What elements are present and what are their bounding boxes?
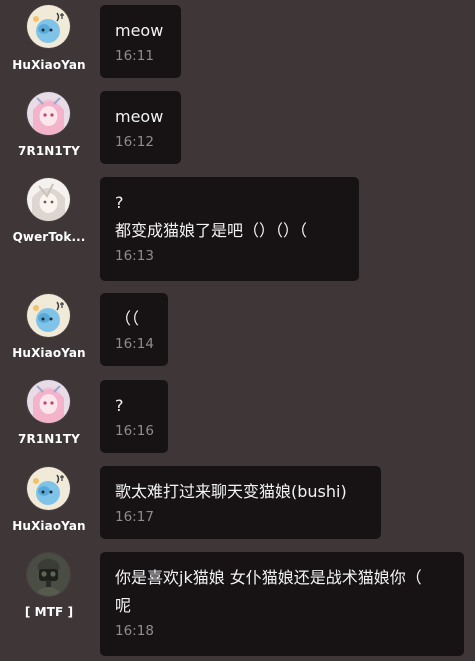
message-text: ? [115, 396, 124, 415]
message-timestamp: 16:18 [115, 623, 154, 639]
anime-girl-blue-avatar-icon [27, 467, 70, 510]
user-avatar[interactable] [27, 92, 70, 135]
soldier-avatar-icon [27, 553, 70, 596]
message-text: meow [115, 21, 164, 40]
user-avatar[interactable] [27, 294, 70, 337]
message-timestamp: 16:13 [115, 248, 154, 264]
username[interactable]: QwerTok... [6, 230, 92, 244]
message-bubble: meow 16:11 [100, 5, 181, 78]
anime-girl-pink-avatar-icon [27, 92, 70, 135]
username[interactable]: HuXiaoYan [6, 519, 92, 533]
anime-girl-blue-avatar-icon [27, 294, 70, 337]
user-avatar[interactable] [27, 467, 70, 510]
message-bubble: meow 16:12 [100, 91, 181, 164]
message-bubble: 你是喜欢jk猫娘 女仆猫娘还是战术猫娘你（ 呢 16:18 [100, 552, 464, 656]
message-text: 歌太难打过来聊天变猫娘(bushi) [115, 482, 347, 501]
message-bubble: ? 16:16 [100, 380, 168, 453]
username[interactable]: HuXiaoYan [6, 346, 92, 360]
message-bubble: ? 都变成猫娘了是吧（）（）（ 16:13 [100, 177, 359, 281]
message-bubble: （（ 16:14 [100, 293, 168, 366]
message-timestamp: 16:12 [115, 134, 154, 150]
message-bubble: 歌太难打过来聊天变猫娘(bushi) 16:17 [100, 466, 381, 539]
message-timestamp: 16:17 [115, 509, 154, 525]
message-text: （（ [115, 309, 140, 328]
message-timestamp: 16:16 [115, 423, 154, 439]
anime-girl-white-hair-avatar-icon [27, 178, 70, 221]
username[interactable]: 7R1N1TY [6, 432, 92, 446]
user-avatar[interactable] [27, 553, 70, 596]
user-avatar[interactable] [27, 380, 70, 423]
anime-girl-pink-avatar-icon [27, 380, 70, 423]
chat-message-list[interactable]: HuXiaoYan meow 16:11 7R1N1TY meow 16:12 [0, 0, 475, 661]
message-timestamp: 16:14 [115, 336, 154, 352]
username[interactable]: [ MTF ] [6, 605, 92, 619]
anime-girl-blue-avatar-icon [27, 5, 70, 48]
username[interactable]: 7R1N1TY [6, 144, 92, 158]
user-avatar[interactable] [27, 178, 70, 221]
user-avatar[interactable] [27, 5, 70, 48]
message-text: 你是喜欢jk猫娘 女仆猫娘还是战术猫娘你（ 呢 [115, 568, 422, 615]
message-text: meow [115, 107, 164, 126]
message-timestamp: 16:11 [115, 48, 154, 64]
message-text: ? 都变成猫娘了是吧（）（）（ [115, 193, 308, 240]
username[interactable]: HuXiaoYan [6, 58, 92, 72]
